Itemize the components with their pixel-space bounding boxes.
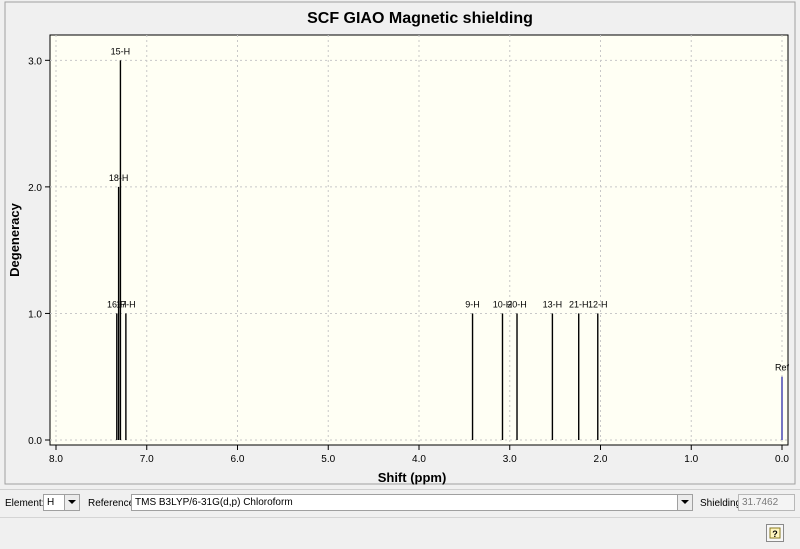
y-tick-label: 3.0 [28, 56, 42, 67]
x-tick-label: 4.0 [412, 454, 426, 465]
help-icon: ? [769, 527, 781, 539]
reference-select-value: TMS B3LYP/6-31G(d,p) Chloroform [135, 497, 293, 508]
spectrum-chart-panel: SCF GIAO Magnetic shielding 8.0 7.0 6.0 5.0… [0, 0, 800, 489]
element-select[interactable]: H [43, 494, 80, 511]
y-axis-label: Degeneracy [7, 202, 22, 276]
peak-label: 18-H [109, 173, 129, 183]
y-tick-label: 2.0 [28, 183, 42, 194]
peak-label: Ref [775, 363, 790, 373]
peak-label: 13-H [543, 299, 563, 309]
chevron-down-icon[interactable] [64, 495, 79, 510]
chevron-down-icon[interactable] [677, 495, 692, 510]
reference-select[interactable]: TMS B3LYP/6-31G(d,p) Chloroform [131, 494, 693, 511]
x-tick-label: 3.0 [503, 454, 517, 465]
x-tick-label: 1.0 [684, 454, 698, 465]
y-tick-label: 0.0 [28, 436, 42, 447]
reference-label: Reference: [88, 498, 137, 509]
control-bar: Element: H Reference: TMS B3LYP/6-31G(d,… [0, 489, 800, 518]
peak-label: 17-H [116, 299, 136, 309]
element-select-value: H [47, 497, 55, 508]
shielding-field: 31.7462 [738, 494, 795, 511]
peak-label: 21-H [569, 299, 589, 309]
x-tick-label: 0.0 [775, 454, 789, 465]
help-button[interactable]: ? [766, 524, 784, 542]
peak-label: 15-H [111, 46, 131, 56]
x-axis-label: Shift (ppm) [378, 470, 447, 485]
y-tick-label: 1.0 [28, 309, 42, 320]
x-tick-label: 8.0 [49, 454, 63, 465]
svg-text:?: ? [772, 529, 778, 539]
status-bar: ? [0, 517, 800, 549]
x-tick-label: 7.0 [140, 454, 154, 465]
peak-label: 9-H [465, 299, 480, 309]
element-label: Element: [5, 498, 45, 509]
x-tick-label: 5.0 [321, 454, 335, 465]
chart-title: SCF GIAO Magnetic shielding [307, 10, 533, 27]
x-tick-label: 2.0 [594, 454, 608, 465]
spectrum-chart: SCF GIAO Magnetic shielding 8.0 7.0 6.0 5.0… [4, 1, 796, 485]
peak-label: 12-H [588, 299, 608, 309]
peak-label: 20-H [507, 299, 527, 309]
x-tick-label: 6.0 [231, 454, 245, 465]
